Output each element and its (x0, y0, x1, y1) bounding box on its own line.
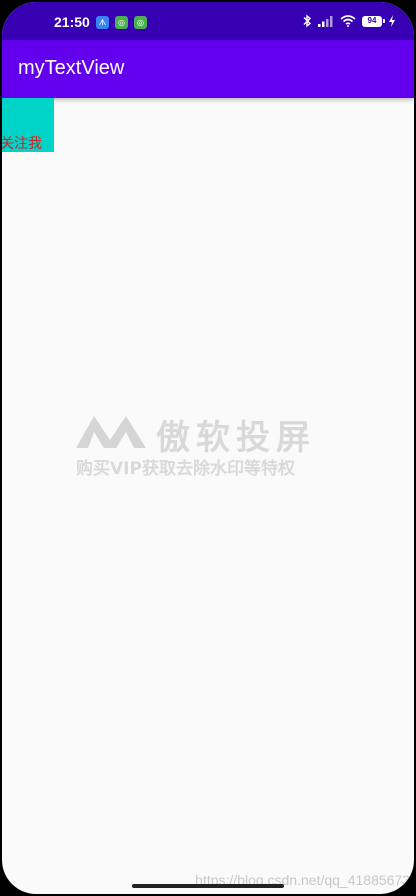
watermark: 傲软投屏 购买VIP获取去除水印等特权 (74, 410, 344, 480)
bluetooth-icon (303, 14, 312, 28)
screen: 21:50 ᗑ ◎ ◎ 94 myTextView 关注我 傲软投屏 购买VIP… (2, 2, 414, 894)
status-bar: 21:50 ᗑ ◎ ◎ 94 (2, 2, 414, 40)
battery-icon: 94 (362, 15, 385, 27)
signal-icon (318, 16, 333, 27)
wechat-notification-icon: ◎ (134, 16, 147, 29)
app-title: myTextView (18, 57, 125, 79)
status-icons: 94 (302, 13, 396, 29)
follow-label: 关注我 (2, 136, 42, 152)
apowersoft-logo-icon (76, 416, 146, 448)
phone-frame: 21:50 ᗑ ◎ ◎ 94 myTextView 关注我 傲软投屏 购买VIP… (0, 0, 416, 896)
app-notification-icon: ᗑ (96, 16, 109, 29)
home-indicator[interactable] (132, 884, 284, 888)
follow-text-view[interactable]: 关注我 (2, 98, 54, 152)
charging-icon (389, 15, 395, 27)
watermark-subtitle: 购买VIP获取去除水印等特权 (76, 459, 295, 479)
watermark-brand: 傲软投屏 (156, 418, 316, 458)
status-time: 21:50 (54, 14, 90, 30)
wechat-notification-icon: ◎ (115, 16, 128, 29)
wifi-icon (340, 15, 356, 27)
app-bar: myTextView (2, 40, 414, 98)
